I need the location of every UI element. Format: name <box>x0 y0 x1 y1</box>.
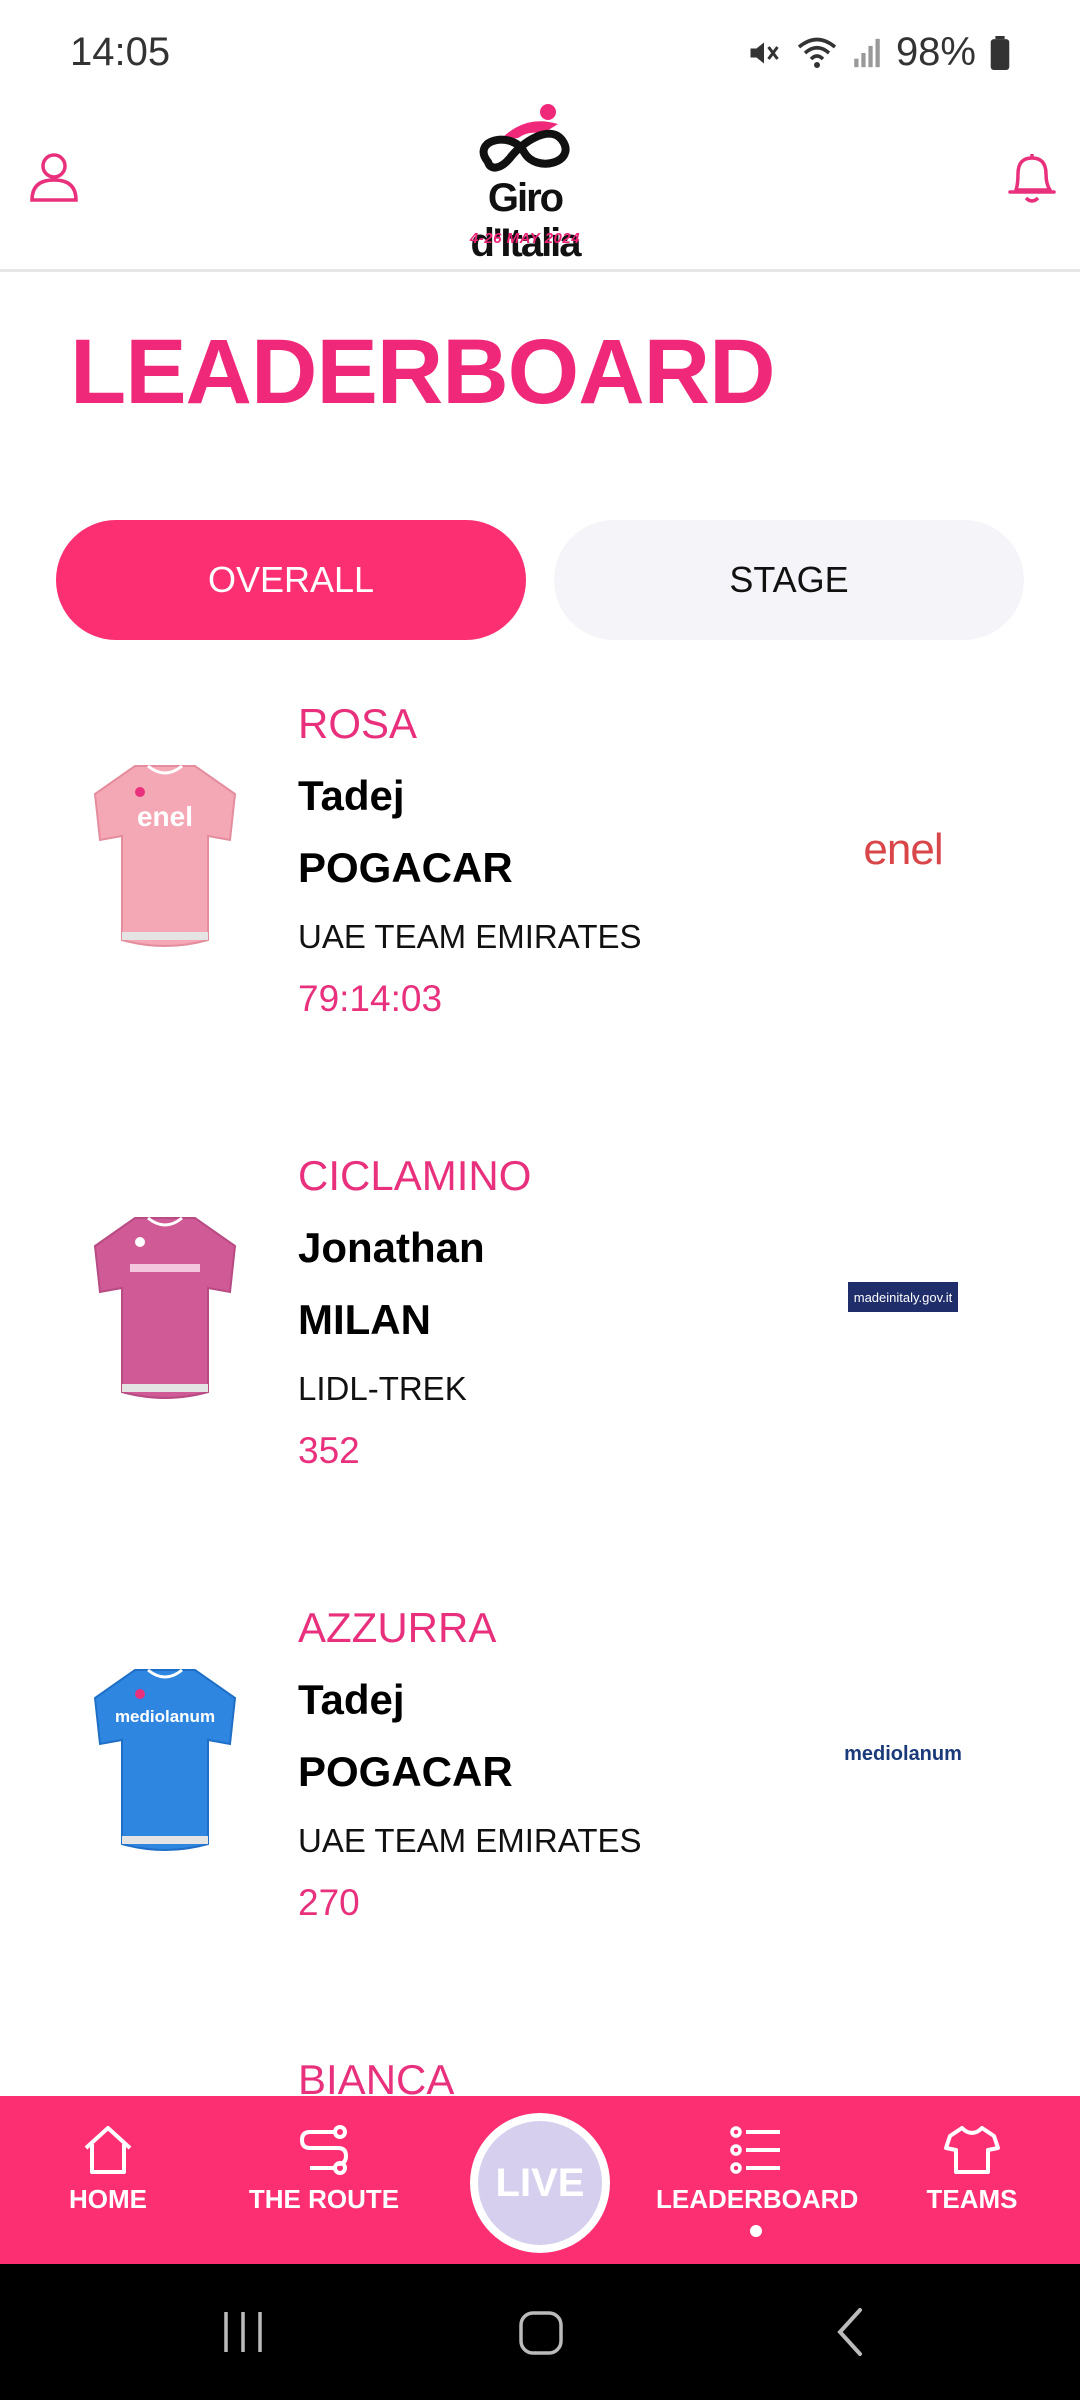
leaderboard-entry-azzurra[interactable]: mediolanum AZZURRA Tadej POGACAR UAE TEA… <box>0 1604 1080 1924</box>
mute-icon <box>750 42 779 63</box>
logo-dates: 4-26 MAY 2024 <box>469 230 581 247</box>
system-nav-bar <box>0 2264 1080 2400</box>
entry-first-name: Tadej <box>298 772 405 819</box>
shirt-icon <box>944 2126 1000 2174</box>
signal-icon <box>854 38 880 67</box>
profile-icon[interactable] <box>28 150 80 202</box>
sponsor-logo-mediolanum: mediolanum <box>844 1734 962 1774</box>
nav-home-label: HOME <box>69 2184 147 2214</box>
sponsor-logo-madeinitaly: madeinitaly.gov.it <box>848 1282 958 1312</box>
entry-last-name: MILAN <box>298 1296 431 1343</box>
notification-bell-icon[interactable] <box>1006 150 1058 206</box>
nav-the-route[interactable]: THE ROUTE <box>224 2124 424 2215</box>
svg-text:mediolanum: mediolanum <box>115 1707 215 1726</box>
leaderboard-entry-ciclamino[interactable]: CICLAMINO Jonathan MILAN LIDL-TREK 352 m… <box>0 1152 1080 1472</box>
sponsor-name: enel <box>863 825 943 874</box>
home-icon <box>84 2126 132 2174</box>
cyclamen-jersey-icon <box>93 1216 237 1399</box>
leaderboard-list-icon <box>730 2126 780 2174</box>
cyclist-logo-icon <box>479 104 570 172</box>
nav-route-label: THE ROUTE <box>248 2184 400 2214</box>
entry-last-name: POGACAR <box>298 844 513 891</box>
active-indicator-dot <box>750 2225 762 2237</box>
entry-first-name: Tadej <box>298 1676 405 1723</box>
page-title: LEADERBOARD <box>70 321 776 423</box>
status-time: 14:05 <box>70 30 171 74</box>
entry-team: UAE TEAM EMIRATES <box>298 918 642 955</box>
entry-category: CICLAMINO <box>298 1152 532 1199</box>
home-system-icon[interactable] <box>516 2304 566 2360</box>
sponsor-name: madeinitaly.gov.it <box>853 1289 953 1305</box>
entry-value: 270 <box>298 1882 360 1923</box>
nav-teams[interactable]: TEAMS <box>872 2124 1072 2215</box>
pink-jersey-icon: enel <box>93 764 237 947</box>
nav-leaderboard-label: LEADERBOARD <box>656 2184 859 2214</box>
live-button-label: LIVE <box>478 2121 602 2245</box>
app-header: Giro d'Italia 4-26 MAY 2024 <box>0 100 1080 272</box>
logo-wordmark: Giro d'Italia <box>470 176 581 265</box>
entry-first-name: Jonathan <box>298 1224 485 1271</box>
entry-team: LIDL-TREK <box>298 1370 467 1407</box>
entry-value: 352 <box>298 1430 360 1471</box>
entry-team: UAE TEAM EMIRATES <box>298 1822 642 1859</box>
giro-logo: Giro d'Italia 4-26 MAY 2024 <box>440 100 610 265</box>
battery-icon <box>990 35 1010 70</box>
sponsor-logo-enel: enel <box>848 825 958 874</box>
status-bar: 14:05 98% <box>0 0 1080 100</box>
entry-category: ROSA <box>298 700 418 747</box>
entry-last-name: POGACAR <box>298 1748 513 1795</box>
nav-home[interactable]: HOME <box>8 2124 208 2215</box>
entry-category: AZZURRA <box>298 1604 497 1651</box>
recent-apps-icon[interactable] <box>218 2304 268 2360</box>
leaderboard-entry-rosa[interactable]: enel ROSA Tadej POGACAR UAE TEAM EMIRATE… <box>0 700 1080 1020</box>
entry-value: 79:14:03 <box>298 978 443 1019</box>
nav-teams-label: TEAMS <box>926 2184 1018 2214</box>
route-icon <box>299 2125 349 2175</box>
battery-percent: 98% <box>895 30 976 74</box>
tab-overall[interactable]: OVERALL <box>56 520 526 640</box>
back-icon[interactable] <box>826 2304 876 2360</box>
live-button[interactable]: LIVE <box>470 2113 610 2253</box>
blue-jersey-icon: mediolanum <box>93 1668 237 1851</box>
tab-stage[interactable]: STAGE <box>554 520 1024 640</box>
sponsor-name: mediolanum <box>844 1742 962 1765</box>
svg-text:enel: enel <box>137 801 193 832</box>
wifi-icon <box>797 37 837 68</box>
status-icons: 98% <box>746 30 1010 75</box>
nav-leaderboard[interactable]: LEADERBOARD <box>656 2124 859 2237</box>
